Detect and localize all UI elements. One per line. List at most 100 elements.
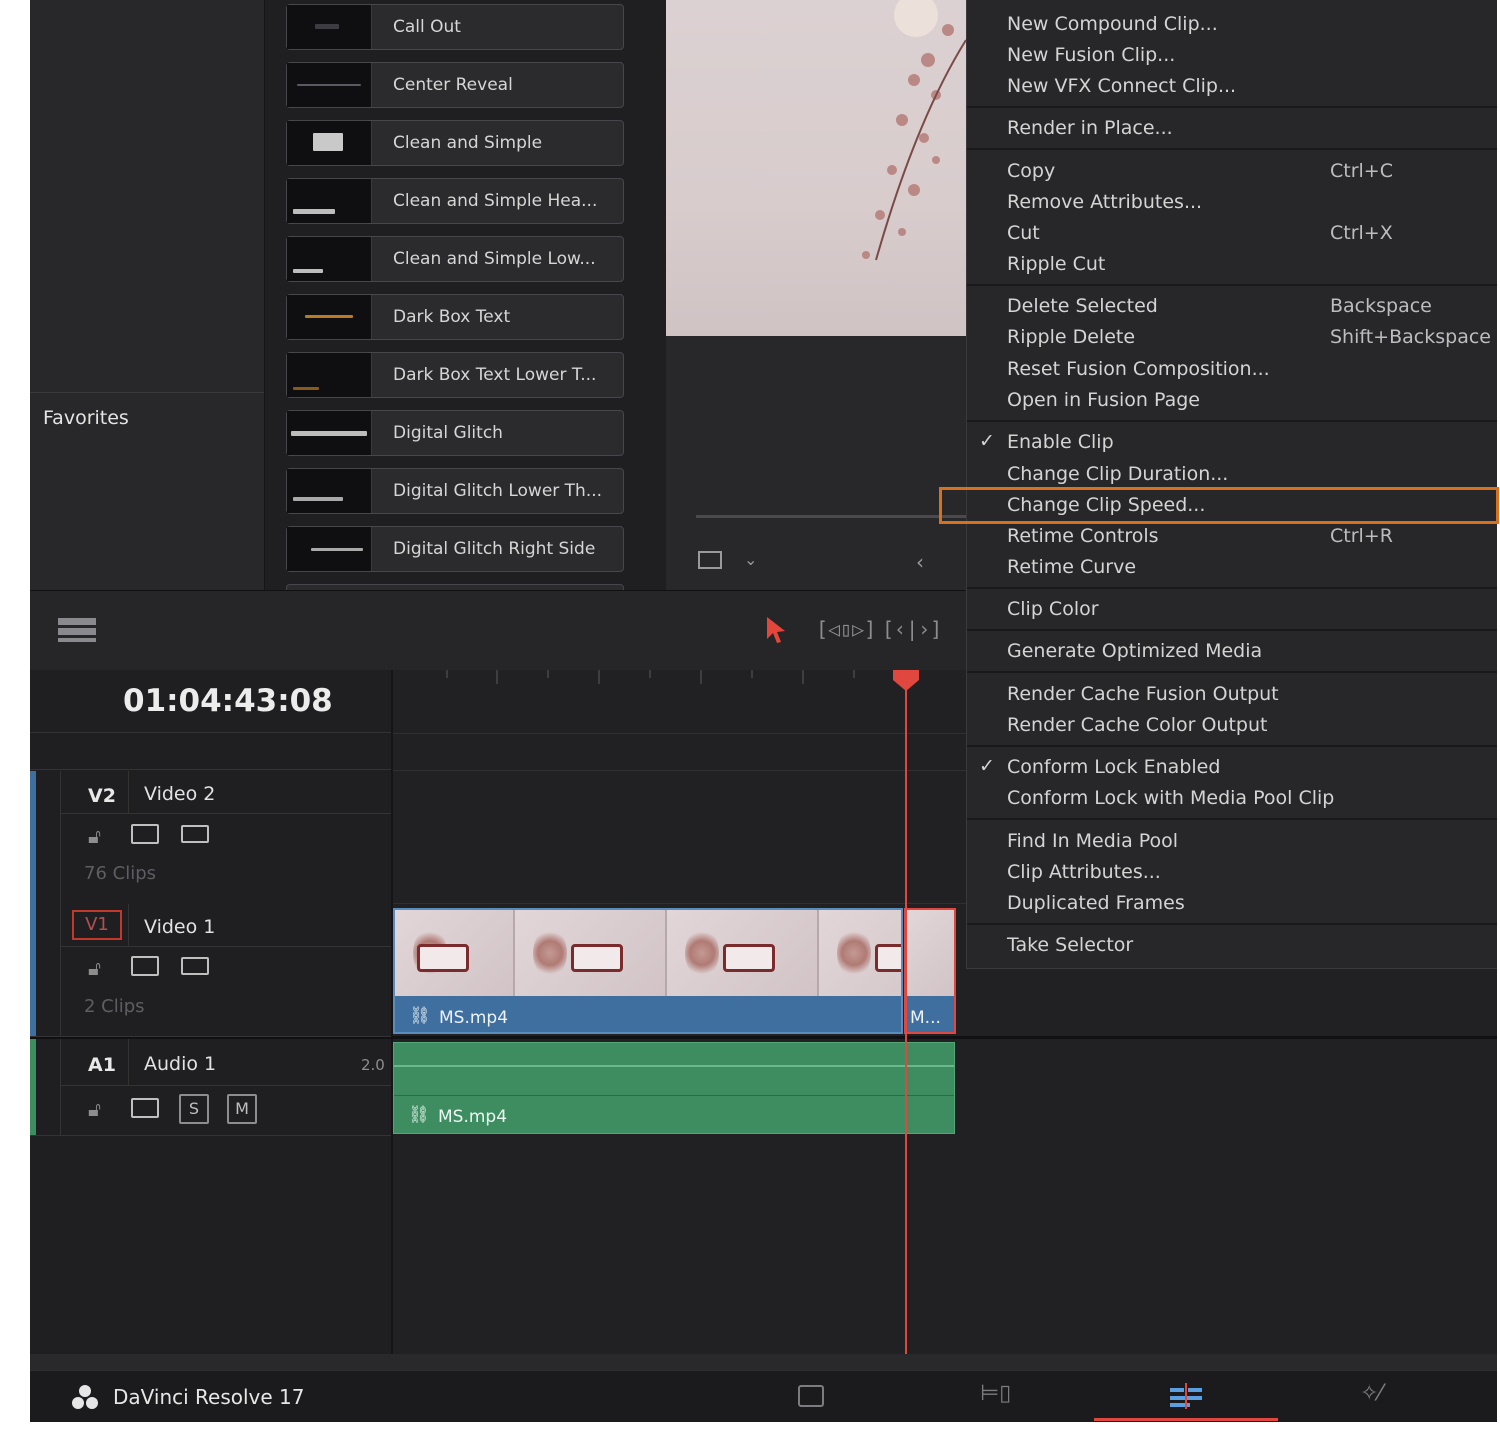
menu-separator xyxy=(967,923,1497,925)
track-name[interactable]: Audio 1 xyxy=(144,1053,216,1075)
menu-item-duplicated-frames[interactable]: Duplicated Frames xyxy=(1007,892,1185,914)
track-name[interactable]: Video 1 xyxy=(144,916,215,938)
menu-item-retime-curve[interactable]: Retime Curve xyxy=(1007,556,1136,578)
menu-item-ripple-cut[interactable]: Ripple Cut xyxy=(1007,253,1105,275)
effect-item-clean-and-simple-lower[interactable]: Clean and Simple Low... xyxy=(286,236,624,282)
track-color-bar xyxy=(30,904,36,1036)
effect-item-dark-box-text-lower[interactable]: Dark Box Text Lower T... xyxy=(286,352,624,398)
track-id: V2 xyxy=(88,785,116,807)
divider xyxy=(394,1095,954,1096)
solo-button[interactable]: S xyxy=(179,1094,209,1124)
menu-item-reset-fusion-composition[interactable]: Reset Fusion Composition... xyxy=(1007,358,1270,380)
audio-clip-ms[interactable]: ⛓︎ MS.mp4 xyxy=(393,1042,955,1134)
effect-item-clean-and-simple-heading[interactable]: Clean and Simple Hea... xyxy=(286,178,624,224)
effect-item-dark-box-text[interactable]: Dark Box Text xyxy=(286,294,624,340)
link-icon: ⛓︎ xyxy=(409,1006,431,1026)
effect-item-center-reveal[interactable]: Center Reveal xyxy=(286,62,624,108)
effect-thumbnail xyxy=(287,121,372,165)
shortcut-delete-selected: Backspace xyxy=(1330,295,1432,317)
menu-item-render-cache-color-output[interactable]: Render Cache Color Output xyxy=(1007,714,1267,736)
link-icon: ⛓︎ xyxy=(408,1105,430,1125)
menu-item-ripple-delete[interactable]: Ripple Delete xyxy=(1007,326,1135,348)
track-color-bar xyxy=(30,1039,36,1135)
transform-icon[interactable] xyxy=(698,551,722,569)
effect-item-call-out[interactable]: Call Out xyxy=(286,4,624,50)
auto-select-icon[interactable] xyxy=(131,824,159,844)
menu-item-find-in-media-pool[interactable]: Find In Media Pool xyxy=(1007,830,1178,852)
menu-item-retime-controls[interactable]: Retime Controls xyxy=(1007,525,1159,547)
video-clip-ms[interactable]: ⛓︎ MS.mp4 xyxy=(393,908,903,1034)
auto-select-icon[interactable] xyxy=(131,1098,159,1118)
mute-button[interactable]: M xyxy=(227,1094,257,1124)
track-visibility-icon[interactable] xyxy=(181,825,209,843)
effect-thumbnail xyxy=(287,527,372,571)
viewer-scrubber[interactable] xyxy=(696,515,966,518)
menu-item-clip-attributes[interactable]: Clip Attributes... xyxy=(1007,861,1161,883)
chevron-left-icon[interactable]: ‹ xyxy=(916,550,924,574)
clip-count: 2 Clips xyxy=(84,996,145,1017)
menu-item-conform-lock-enabled[interactable]: Conform Lock Enabled xyxy=(1007,756,1220,778)
divider xyxy=(60,1085,391,1086)
effect-item-digital-glitch-right[interactable]: Digital Glitch Right Side xyxy=(286,526,624,572)
menu-item-conform-lock-media-pool[interactable]: Conform Lock with Media Pool Clip xyxy=(1007,787,1334,809)
menu-item-render-in-place[interactable]: Render in Place... xyxy=(1007,117,1173,139)
cut-page-icon[interactable]: ⊨▯ xyxy=(980,1381,1011,1406)
menu-item-new-vfx-connect-clip[interactable]: New VFX Connect Clip... xyxy=(1007,75,1236,97)
favorites-label[interactable]: Favorites xyxy=(43,407,129,429)
menu-separator xyxy=(967,745,1497,747)
playhead[interactable] xyxy=(905,670,907,1354)
menu-item-copy[interactable]: Copy xyxy=(1007,160,1055,182)
timecode: 01:04:43:08 xyxy=(123,683,333,719)
effect-item-digital-glitch[interactable]: Digital Glitch xyxy=(286,410,624,456)
clip-thumbnails xyxy=(395,910,901,996)
trim-edit-icon[interactable]: [◁▯▷] xyxy=(816,617,876,641)
dynamic-trim-icon[interactable]: [‹|›] xyxy=(882,617,942,641)
menu-item-render-cache-fusion-output[interactable]: Render Cache Fusion Output xyxy=(1007,683,1279,705)
menu-item-cut[interactable]: Cut xyxy=(1007,222,1040,244)
lock-icon[interactable]: 🔓︎ xyxy=(88,1097,101,1121)
menu-item-take-selector[interactable]: Take Selector xyxy=(1007,934,1133,956)
auto-select-icon[interactable] xyxy=(131,956,159,976)
media-page-icon[interactable] xyxy=(798,1385,824,1407)
menu-item-open-in-fusion-page[interactable]: Open in Fusion Page xyxy=(1007,389,1200,411)
menu-item-clip-color[interactable]: Clip Color xyxy=(1007,598,1099,620)
menu-item-new-compound-clip[interactable]: New Compound Clip... xyxy=(1007,13,1218,35)
menu-item-change-clip-duration[interactable]: Change Clip Duration... xyxy=(1007,463,1228,485)
track-header-a1[interactable]: A1 Audio 1 2.0 🔓︎ S M xyxy=(30,1039,391,1136)
playhead-marker[interactable] xyxy=(893,670,919,692)
selection-arrow-icon[interactable] xyxy=(764,615,788,645)
lock-icon[interactable]: 🔓︎ xyxy=(88,824,101,848)
divider xyxy=(60,1039,61,1135)
timeline-scrollbar[interactable] xyxy=(30,1354,1497,1370)
chevron-down-icon[interactable]: ⌄ xyxy=(744,550,757,569)
video-clip-selected[interactable]: M... xyxy=(904,908,956,1034)
destination-track-v1[interactable]: V1 xyxy=(72,910,122,940)
shortcut-copy: Ctrl+C xyxy=(1330,160,1393,182)
fusion-page-icon[interactable]: ✧⁄ xyxy=(1360,1381,1382,1406)
timecode-display: 01:04:43:08 xyxy=(30,670,391,732)
menu-separator xyxy=(967,148,1497,150)
divider xyxy=(30,392,264,393)
divider xyxy=(60,904,61,1036)
menu-item-remove-attributes[interactable]: Remove Attributes... xyxy=(1007,191,1202,213)
edit-page-tab[interactable] xyxy=(1094,1371,1278,1421)
divider xyxy=(128,1039,129,1085)
menu-item-delete-selected[interactable]: Delete Selected xyxy=(1007,295,1158,317)
menu-separator xyxy=(967,629,1497,631)
effect-name: Call Out xyxy=(393,17,461,37)
viewer-image xyxy=(666,0,966,336)
timeline-view-options-icon[interactable] xyxy=(58,618,98,644)
effect-item-clean-and-simple[interactable]: Clean and Simple xyxy=(286,120,624,166)
effect-item-digital-glitch-lower[interactable]: Digital Glitch Lower Th... xyxy=(286,468,624,514)
menu-item-enable-clip[interactable]: Enable Clip xyxy=(1007,431,1114,453)
track-header-v1[interactable]: V1 Video 1 🔓︎ 2 Clips xyxy=(30,904,391,1037)
track-visibility-icon[interactable] xyxy=(181,957,209,975)
menu-item-generate-optimized-media[interactable]: Generate Optimized Media xyxy=(1007,640,1262,662)
menu-item-new-fusion-clip[interactable]: New Fusion Clip... xyxy=(1007,44,1175,66)
divider xyxy=(60,771,61,904)
track-name[interactable]: Video 2 xyxy=(144,783,215,805)
effect-name: Dark Box Text xyxy=(393,307,511,327)
davinci-resolve-window: Favorites Call Out Center Reveal Clean a… xyxy=(30,0,1497,1422)
track-header-v2[interactable]: V2 Video 2 🔓︎ 76 Clips xyxy=(30,771,391,905)
lock-icon[interactable]: 🔓︎ xyxy=(88,956,101,980)
